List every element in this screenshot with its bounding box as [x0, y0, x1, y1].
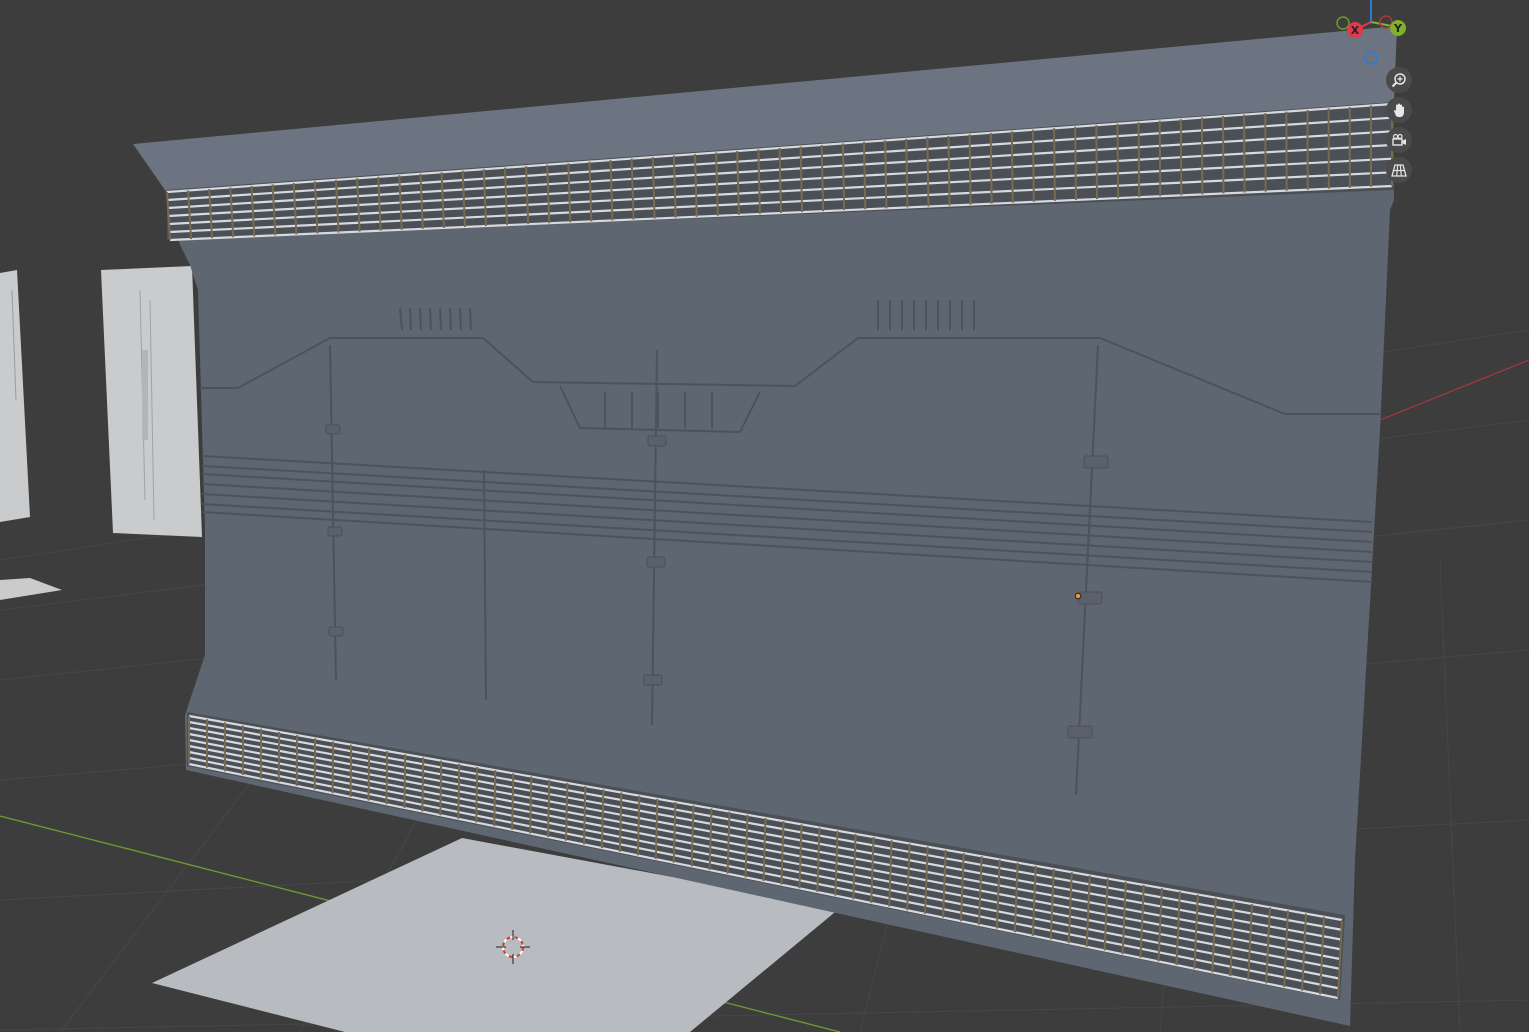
- grill-bar: [947, 135, 951, 206]
- pan-button[interactable]: [1386, 97, 1412, 123]
- grill-bar: [439, 760, 443, 816]
- zoom-icon: [1391, 73, 1406, 88]
- grill-bar: [905, 138, 909, 208]
- camera-icon: [1392, 133, 1406, 146]
- grill-bar: [1179, 119, 1183, 196]
- gizmo-y-label: Y: [1393, 22, 1403, 35]
- grill-bar: [421, 757, 425, 812]
- grill-bar: [582, 786, 587, 845]
- grill-bar: [820, 144, 825, 212]
- grill-bar: [511, 773, 515, 830]
- hand-icon: [1394, 103, 1404, 117]
- grill-bar: [1031, 129, 1035, 202]
- grill-bar: [884, 140, 888, 209]
- grill-bar: [367, 747, 371, 801]
- zoom-button[interactable]: [1386, 67, 1412, 93]
- grill-bar: [1074, 126, 1077, 200]
- grill-bar: [547, 779, 551, 838]
- grill-bar: [841, 143, 846, 211]
- grill-bar: [1137, 122, 1141, 198]
- grill-bar: [565, 782, 569, 841]
- gizmo-x-label: X: [1351, 24, 1360, 37]
- grid-icon: [1391, 164, 1407, 177]
- grill-bar: [349, 744, 353, 797]
- grill-bar: [1053, 128, 1056, 201]
- grill-bar: [385, 751, 389, 805]
- grill-bar: [926, 137, 930, 207]
- 3d-viewport[interactable]: X Y: [0, 0, 1529, 1032]
- grill-bar: [1116, 123, 1120, 199]
- grill-bar: [1158, 120, 1162, 197]
- object-origin: [1074, 592, 1082, 600]
- grill-bar: [403, 754, 407, 808]
- grill-bar: [529, 776, 533, 834]
- side-panel-center[interactable]: [101, 266, 202, 537]
- grill-bar: [1095, 125, 1099, 200]
- perspective-toggle-button[interactable]: [1386, 157, 1412, 183]
- grill-bar: [493, 770, 497, 827]
- grill-bar: [475, 766, 479, 823]
- camera-view-button[interactable]: [1386, 127, 1412, 153]
- grill-bar: [968, 134, 972, 205]
- grill-bar: [862, 141, 867, 210]
- grill-bar: [1010, 131, 1014, 203]
- grill-bar: [457, 763, 461, 819]
- grill-bar: [989, 132, 993, 204]
- grill-bar: [331, 741, 335, 794]
